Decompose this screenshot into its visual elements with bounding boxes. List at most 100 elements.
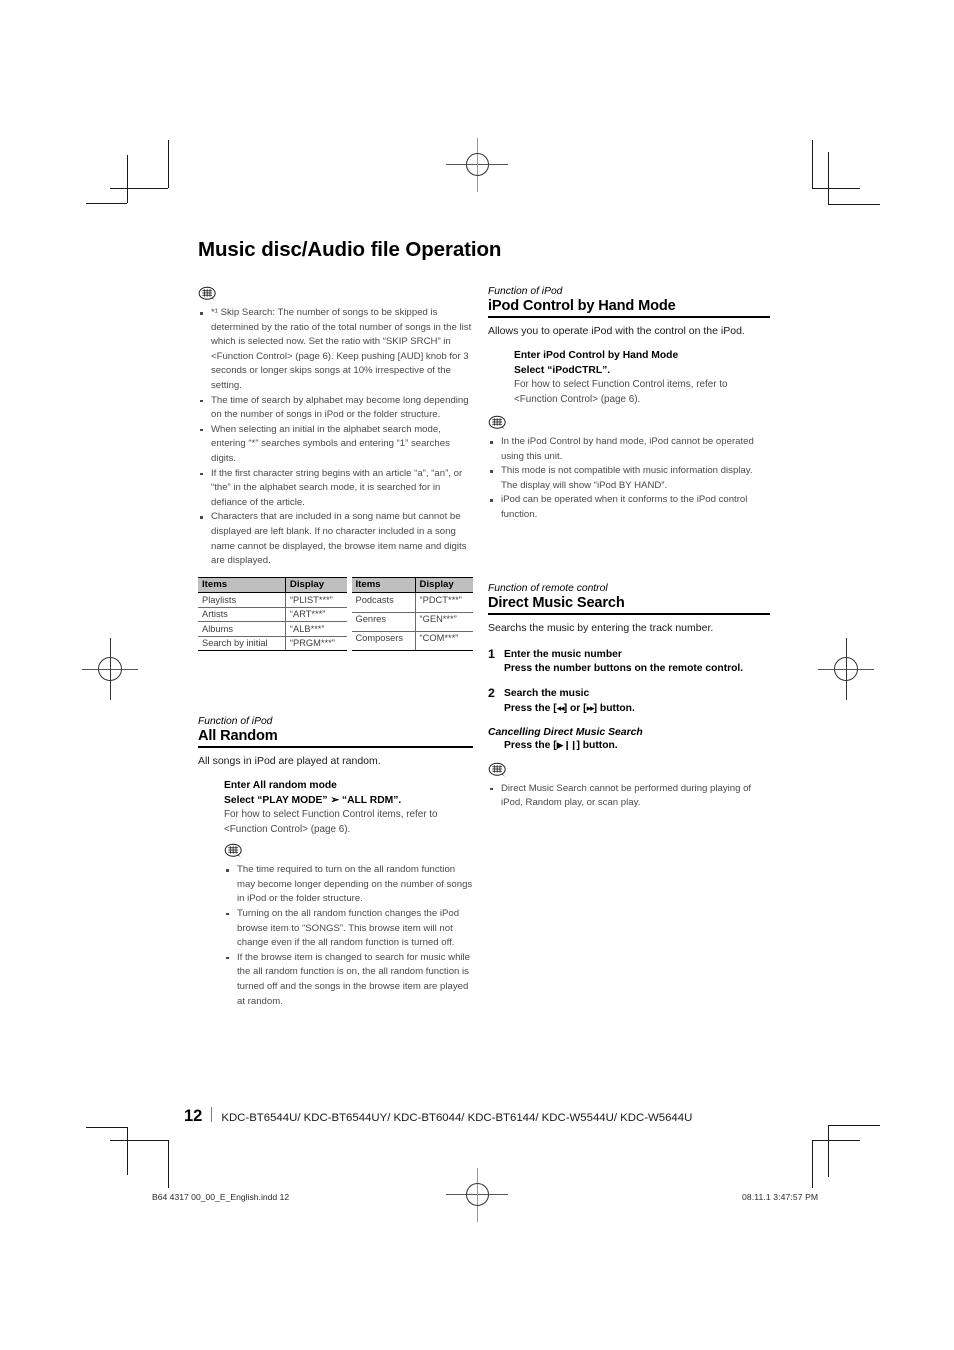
note-text: iPod can be operated when it conforms to… [501,494,748,520]
all-random-notes-list: The time required to turn on the all ran… [224,863,473,1009]
section-eyebrow: Function of iPod [488,286,563,297]
page-number: 12 [184,1107,203,1125]
column-header-display: Display [284,576,347,594]
display-name-tables: Items Display Playlists “PLIST***” Artis… [198,576,473,652]
note-item: iPod can be operated when it conforms to… [488,493,770,522]
right-column: Function of iPod iPod Control by Hand Mo… [488,286,770,811]
crop-mark-top-left-outer-v [168,140,169,188]
registration-mark-bottom [446,1168,508,1222]
note-text: When selecting an initial in the alphabe… [211,423,450,464]
note-item: *¹ Skip Search: The number of songs to b… [198,306,473,394]
column-header-items: Items [198,576,286,594]
table-row: Podcasts “PDCT***” [351,592,473,613]
note-text: This mode is not compatible with music i… [501,465,753,491]
note-item: If the browse item is changed to search … [224,951,473,1009]
cancel-suffix: ] button. [576,739,618,751]
note-bubble-icon [488,762,507,778]
note-text: The time required to turn on the all ran… [237,864,473,905]
cancel-body: Press the [▶ ❙❙] button. [504,739,770,754]
crop-mark-bottom-left-inner-v [127,1127,128,1175]
section-direct-music-search: Function of remote control Direct Music … [488,583,770,811]
section-heading: All Random [198,728,473,749]
section-heading: iPod Control by Hand Mode [488,298,770,318]
ipod-control-procedure: Enter iPod Control by Hand Mode Select “… [514,349,770,407]
step-body-prefix: Press the [ [504,702,557,714]
step-title: Enter the music number [504,648,622,660]
note-text: Turning on the all random function chang… [237,907,460,949]
cell-display: “ALB***” [284,621,347,637]
print-slug-right: 08.11.1 3:47:57 PM [742,1192,819,1202]
procedure-title: Enter iPod Control by Hand Mode [514,350,679,361]
note-text: The time of search by alphabet may becom… [211,394,469,421]
procedure-select: Select “iPodCTRL”. [514,364,611,376]
folio-divider [211,1107,213,1122]
crop-mark-bottom-left-outer-v [168,1140,169,1188]
column-header-items: Items [351,576,416,594]
crop-mark-bottom-right-inner-v [828,1125,829,1177]
table-header-row: Items Display [351,576,473,594]
note-text: Direct Music Search cannot be performed … [501,782,752,809]
note-text: If the first character string begins wit… [211,467,463,508]
step-number: 2 [488,686,495,701]
crop-mark-top-right-outer-v [812,140,813,188]
table-row: Genres “GEN***” [351,612,473,632]
top-notes-list: *¹ Skip Search: The number of songs to b… [198,306,473,569]
play-pause-icon: ▶ ❙❙ [556,740,578,751]
cell-display: “PLIST***” [284,592,347,608]
manual-page: Music disc/Audio file Operation *¹ Skip … [0,0,954,1350]
crop-mark-bottom-right-outer-v [812,1140,813,1188]
crop-mark-top-left-outer-h [110,188,168,189]
procedure-description: For how to select Function Control items… [514,379,728,405]
note-item: The time of search by alphabet may becom… [198,394,473,423]
note-bubble-icon [488,415,507,431]
section-heading: Direct Music Search [488,595,770,615]
cell-display: “ART***” [284,607,347,623]
crop-mark-top-right-outer-h [812,188,860,189]
crop-mark-bottom-left-outer-h [110,1140,168,1141]
cell-display: “COM***” [414,631,473,652]
direct-music-search-notes-list: Direct Music Search cannot be performed … [488,782,770,811]
section-eyebrow: Function of iPod [198,716,273,728]
cell-item: Artists [198,607,286,623]
section-lead: Allows you to operate iPod with the cont… [488,325,745,337]
note-item: Direct Music Search cannot be performed … [488,782,770,811]
table-row: Playlists “PLIST***” [198,592,347,608]
cell-item: Podcasts [351,592,416,613]
print-slug-left: B64 4317 00_00_E_English.indd 12 [152,1192,290,1202]
section-lead: All songs in iPod are played at random. [198,755,381,768]
section-ipod-control-by-hand-mode: Function of iPod iPod Control by Hand Mo… [488,286,770,523]
note-item: The time required to turn on the all ran… [224,863,473,907]
step-item: 2 Search the music Press the [◂◂] or [▸▸… [488,686,770,717]
all-random-procedure: Enter All random mode Select “PLAY MODE”… [224,779,473,1009]
step-body-suffix: ] button. [593,702,635,714]
page-title: Music disc/Audio file Operation [198,238,502,261]
crop-mark-top-right-inner-v [828,152,829,204]
table-header-row: Items Display [198,576,347,594]
rewind-icon: ◂◂ [556,703,565,714]
note-item: Characters that are included in a song n… [198,510,473,568]
cell-item: Composers [351,631,416,652]
fast-forward-icon: ▸▸ [586,703,595,714]
step-body: Press the number buttons on the remote c… [504,663,744,675]
cell-item: Albums [198,621,286,637]
direct-music-search-steps: 1 Enter the music number Press the numbe… [488,647,770,717]
note-item: Turning on the all random function chang… [224,907,473,951]
section-all-random: Function of iPod All Random All songs in… [198,716,473,1009]
registration-mark-top [446,138,508,192]
crop-mark-bottom-right-inner-h [828,1125,880,1126]
table-row: Search by initial “PRGM***” [198,636,347,652]
crop-mark-top-left-inner-v [127,155,128,203]
registration-mark-right [818,638,874,700]
crop-mark-bottom-right-outer-h [812,1140,860,1141]
note-bubble-icon [224,843,243,859]
cell-item: Genres [351,612,416,632]
section-lead: Searchs the music by entering the track … [488,621,714,634]
model-list: KDC-BT6544U/ KDC-BT6544UY/ KDC-BT6044/ K… [221,1112,693,1124]
procedure-description: For how to select Function Control items… [224,809,438,835]
table-row: Composers “COM***” [351,631,473,652]
table-row: Artists “ART***” [198,607,347,623]
cell-display: “GEN***” [414,612,473,632]
note-text: If the browse item is changed to search … [237,951,471,1007]
cell-display: “PRGM***” [284,636,347,652]
step-body: Press the [◂◂] or [▸▸] button. [504,702,770,717]
